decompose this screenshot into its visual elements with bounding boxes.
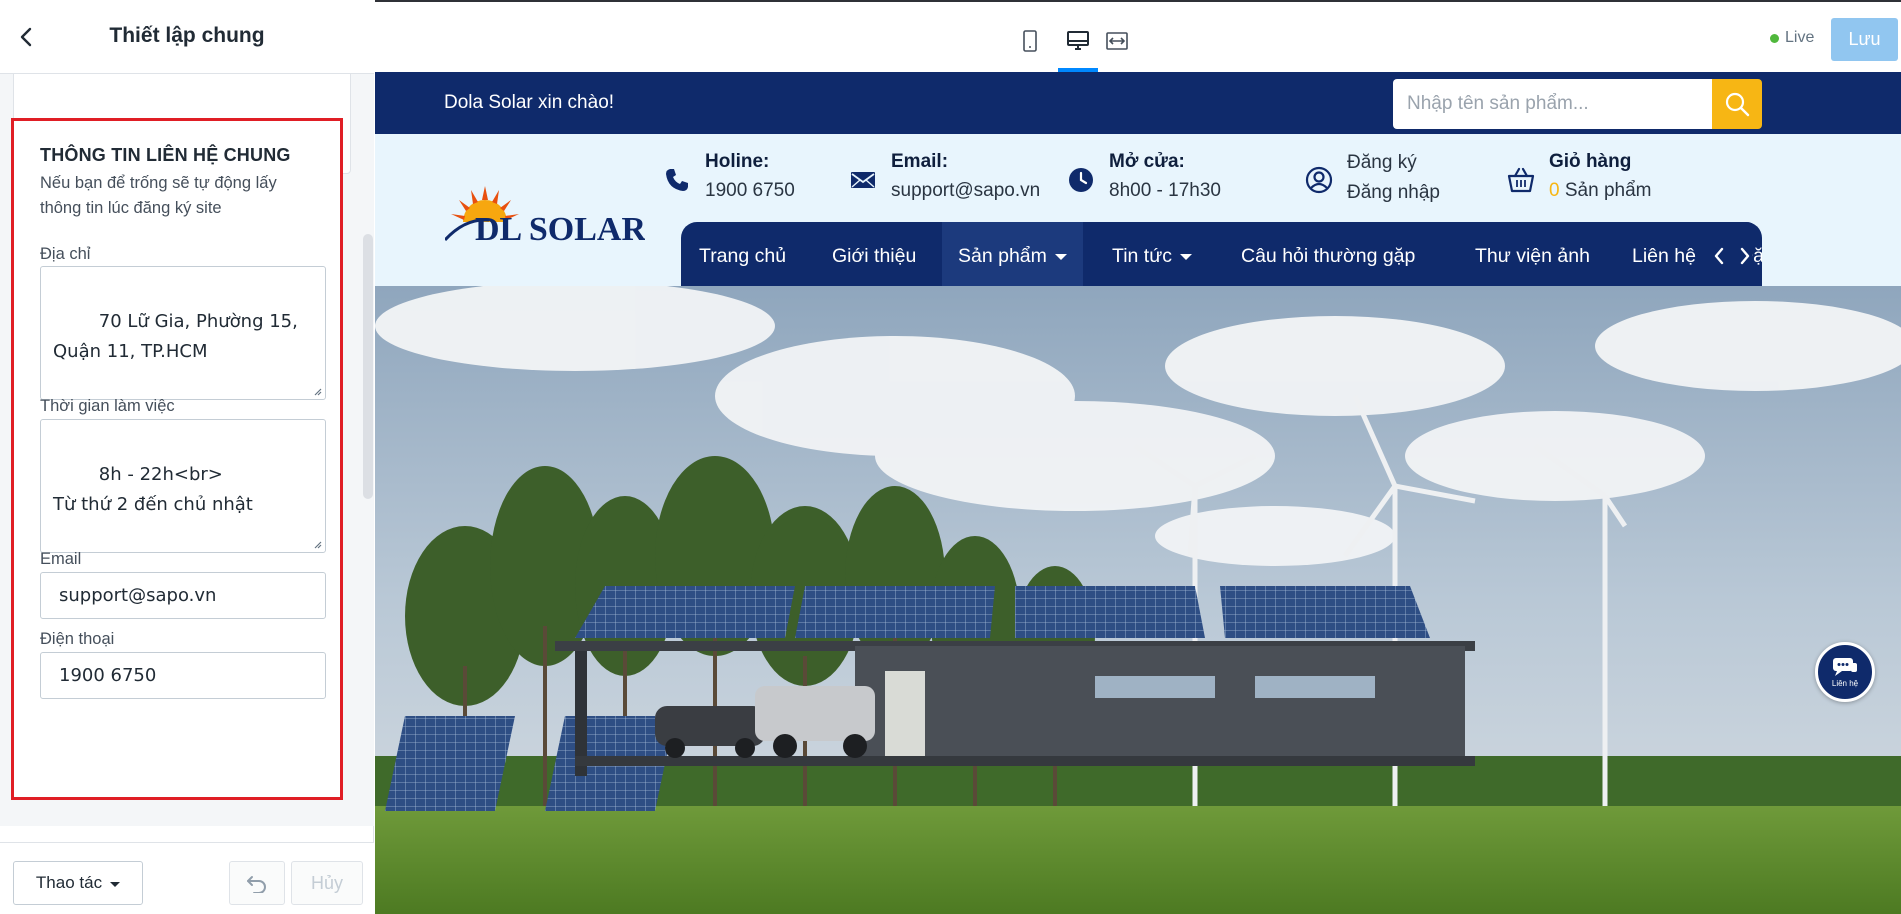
- user-icon: [1303, 164, 1335, 196]
- register-link[interactable]: Đăng ký: [1347, 148, 1440, 178]
- email-value: support@sapo.vn: [891, 180, 1041, 201]
- undo-button[interactable]: [229, 861, 285, 905]
- site-search-input[interactable]: Nhập tên sản phẩm...: [1393, 79, 1712, 129]
- nav-label: Liên hệ: [1632, 244, 1696, 267]
- chat-label: Liên hệ: [1831, 679, 1859, 688]
- site-preview: Dola Solar xin chào! Nhập tên sản phẩm..…: [375, 72, 1901, 914]
- contact-chat-widget[interactable]: Liên hệ: [1815, 642, 1875, 702]
- nav-item-home[interactable]: Trang chủ: [699, 222, 786, 290]
- site-logo[interactable]: DL SOLAR: [445, 182, 645, 252]
- save-button[interactable]: Lưu: [1831, 18, 1898, 61]
- undo-icon: [247, 876, 266, 893]
- chevron-left-icon[interactable]: [1712, 246, 1726, 266]
- nav-item-contact[interactable]: Liên hệ: [1632, 222, 1696, 290]
- panel-header: Thiết lập chung: [0, 0, 374, 74]
- login-link[interactable]: Đăng nhập: [1347, 178, 1440, 208]
- working-hours-label: Thời gian làm việc: [40, 397, 175, 415]
- clock-icon: [1065, 164, 1097, 196]
- email-info[interactable]: Email: support@sapo.vn: [847, 148, 1040, 206]
- caret-down-icon: [1054, 254, 1067, 260]
- mobile-view-button[interactable]: [1012, 24, 1048, 58]
- phone-label: Điện thoại: [40, 630, 115, 648]
- main-nav: Trang chủ Giới thiệu Sản phẩm Tin tức Câ…: [681, 222, 1762, 290]
- cancel-button[interactable]: Hủy: [291, 861, 363, 905]
- settings-panel: Thiết lập chung THÔNG TIN LIÊN HỆ CHUNG …: [0, 0, 374, 914]
- email-title: Email:: [891, 151, 949, 172]
- mobile-icon: [1023, 30, 1037, 52]
- nav-item-news[interactable]: Tin tức: [1112, 222, 1193, 290]
- cart-icon: [1505, 164, 1537, 196]
- nav-item-faq[interactable]: Câu hỏi thường gặp: [1241, 222, 1415, 290]
- cart-suffix: Sản phẩm: [1559, 180, 1652, 201]
- panel-scroll-area[interactable]: THÔNG TIN LIÊN HỆ CHUNG Nếu bạn để trống…: [0, 74, 374, 826]
- site-header: DL SOLAR Holine: 1900 6750 Email: suppor…: [375, 134, 1901, 290]
- nav-item-gallery[interactable]: Thư viện ảnh: [1475, 222, 1590, 290]
- opening-value: 8h00 - 17h30: [1109, 180, 1221, 201]
- scrollbar-thumb[interactable]: [363, 234, 373, 499]
- hotline-title: Holine:: [705, 151, 770, 172]
- scrollbar[interactable]: [360, 74, 374, 826]
- panel-title: Thiết lập chung: [109, 24, 265, 47]
- actions-dropdown-button[interactable]: Thao tác: [13, 861, 143, 905]
- expand-horizontal-icon: [1106, 32, 1128, 50]
- nav-label: Tin tức: [1112, 244, 1173, 267]
- hero-banner-image: [375, 286, 1901, 914]
- opening-title: Mở cửa:: [1109, 151, 1185, 172]
- address-label: Địa chỉ: [40, 245, 91, 263]
- fullwidth-view-button[interactable]: [1099, 24, 1135, 58]
- live-status: Live: [1770, 29, 1814, 47]
- account-info: Đăng ký Đăng nhập: [1303, 148, 1440, 208]
- phone-icon: [661, 164, 693, 196]
- email-field[interactable]: support@sapo.vn: [40, 572, 326, 619]
- hotline-value: 1900 6750: [705, 180, 795, 201]
- cart-count: 0: [1549, 180, 1560, 201]
- nav-label: Thư viện ảnh: [1475, 244, 1590, 267]
- chat-bubble-icon: [1833, 658, 1857, 676]
- phone-field[interactable]: 1900 6750: [40, 652, 326, 699]
- live-dot-icon: [1770, 33, 1779, 43]
- resize-grip-icon[interactable]: [312, 386, 322, 396]
- nav-label: Giới thiệu: [832, 244, 917, 267]
- working-hours-value: 8h - 22h<br> Từ thứ 2 đến chủ nhật: [53, 464, 253, 515]
- nav-label: Trang chủ: [699, 244, 787, 267]
- caret-down-icon: [1180, 254, 1193, 260]
- nav-scroll-arrows: [1704, 222, 1752, 290]
- site-search-button[interactable]: [1712, 79, 1762, 129]
- editor-toolbar: Live Lưu: [375, 0, 1901, 72]
- cart-value: 0 Sản phẩm: [1549, 176, 1651, 206]
- cart-info[interactable]: Giỏ hàng 0 Sản phẩm: [1505, 148, 1651, 206]
- mail-icon: [847, 164, 879, 196]
- panel-footer: Thao tác Hủy: [0, 842, 374, 914]
- resize-grip-icon[interactable]: [312, 539, 322, 549]
- section-title: THÔNG TIN LIÊN HỆ CHUNG: [40, 145, 291, 165]
- logo-text: DL SOLAR: [475, 211, 645, 248]
- desktop-view-button[interactable]: [1060, 24, 1096, 58]
- nav-label: Câu hỏi thường gặp: [1241, 244, 1416, 267]
- contact-info-section: THÔNG TIN LIÊN HỆ CHUNG Nếu bạn để trống…: [11, 118, 343, 800]
- caret-down-icon: [110, 881, 121, 887]
- nav-item-about[interactable]: Giới thiệu: [832, 222, 916, 290]
- nav-label: Sản phẩm: [958, 244, 1047, 267]
- hotline-info[interactable]: Holine: 1900 6750: [661, 148, 795, 206]
- nav-item-products[interactable]: Sản phẩm: [942, 222, 1083, 290]
- greeting-text: Dola Solar xin chào!: [444, 92, 615, 113]
- chevron-right-icon[interactable]: [1738, 246, 1752, 266]
- address-textarea[interactable]: 70 Lữ Gia, Phường 15, Quận 11, TP.HCM: [40, 266, 326, 400]
- site-topbar: Dola Solar xin chào! Nhập tên sản phẩm..…: [375, 72, 1901, 134]
- desktop-icon: [1067, 31, 1089, 50]
- section-description: Nếu bạn để trống sẽ tự động lấy thông ti…: [40, 174, 277, 217]
- search-icon: [1725, 92, 1750, 117]
- live-label: Live: [1785, 29, 1815, 46]
- working-hours-textarea[interactable]: 8h - 22h<br> Từ thứ 2 đến chủ nhật: [40, 419, 326, 553]
- cart-title: Giỏ hàng: [1549, 151, 1632, 172]
- email-label: Email: [40, 550, 82, 568]
- opening-hours-info: Mở cửa: 8h00 - 17h30: [1065, 148, 1221, 206]
- address-value: 70 Lữ Gia, Phường 15, Quận 11, TP.HCM: [53, 311, 304, 362]
- actions-label: Thao tác: [35, 873, 103, 892]
